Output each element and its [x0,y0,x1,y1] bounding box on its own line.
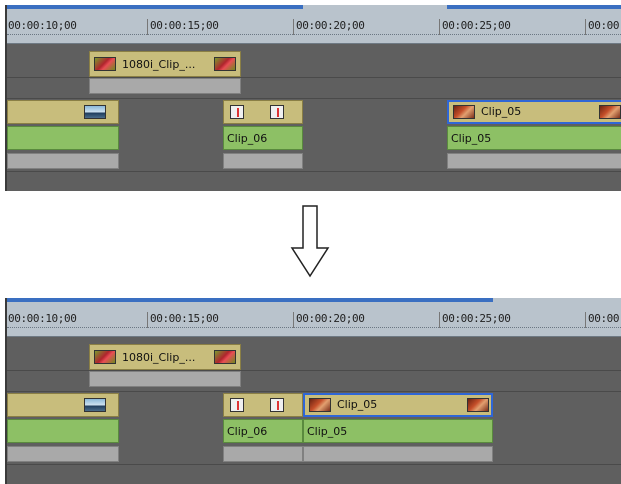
clip-label: 1080i_Clip_... [122,351,196,364]
clip-video-left[interactable] [7,419,119,443]
clip-audio-06[interactable] [223,153,303,169]
clip-video-left[interactable] [7,126,119,150]
ruler-tick-mark [147,19,148,35]
clip-thumbnail-icon [270,398,284,412]
clip-title-05[interactable]: Clip_05 [447,100,621,124]
ruler-tick-mark [293,312,294,328]
ruler-tick-label: 00:00:15;00 [150,19,219,32]
time-ruler[interactable]: 00:00:10;00 00:00:15;00 00:00:20;00 00:0… [7,5,621,44]
clip-thumbnail-icon [230,398,244,412]
clip-title-1080i[interactable]: 1080i_Clip_... [89,51,241,77]
clip-thumbnail-icon [467,398,489,412]
render-bar [7,5,303,9]
ruler-tick-label: 00:00:15;00 [150,312,219,325]
clip-label: Clip_05 [337,398,378,411]
clip-video-06[interactable]: Clip_06 [223,126,303,150]
timeline-panel-before: 00:00:10;00 00:00:15;00 00:00:20;00 00:0… [5,5,621,191]
clip-video-05[interactable]: Clip_05 [303,419,493,443]
clip-audio-1080i[interactable] [89,371,241,387]
clip-thumbnail-icon [309,398,331,412]
ruler-tick-label: 00:00:10;00 [8,19,77,32]
clip-thumbnail-icon [270,105,284,119]
ruler-tick-mark [147,312,148,328]
track-divider [7,171,621,172]
clip-thumbnail-icon [94,350,116,364]
ruler-tick-mark [439,19,440,35]
ruler-tick-label: 00:00:25;00 [442,312,511,325]
clip-label: Clip_05 [307,425,348,438]
clip-title-left[interactable] [7,100,119,124]
clip-thumbnail-icon [84,398,106,412]
clip-label: Clip_06 [227,132,268,145]
ruler-ticks [7,33,621,35]
ruler-ticks [7,326,621,328]
clip-video-05[interactable]: Clip_05 [447,126,621,150]
clip-label: Clip_05 [451,132,492,145]
ruler-tick-mark [439,312,440,328]
clip-audio-05[interactable] [447,153,621,169]
ruler-tick-label: 00:00:10;00 [8,312,77,325]
clip-thumbnail-icon [214,57,236,71]
ruler-tick-label: 00:00:20;00 [296,19,365,32]
clip-audio-1080i[interactable] [89,78,241,94]
ruler-tick-label: 00:00 [588,19,620,32]
ruler-tick-label: 00:00:25;00 [442,19,511,32]
clip-video-06[interactable]: Clip_06 [223,419,303,443]
timeline-panel-after: 00:00:10;00 00:00:15;00 00:00:20;00 00:0… [5,298,621,484]
clip-audio-05[interactable] [303,446,493,462]
down-arrow-icon [290,205,330,278]
ruler-tick-label: 00:00 [588,312,620,325]
clip-title-left[interactable] [7,393,119,417]
clip-audio-06[interactable] [223,446,303,462]
clip-audio-left[interactable] [7,153,119,169]
clip-title-06[interactable] [223,393,303,417]
clip-thumbnail-icon [599,105,621,119]
clip-label: Clip_05 [481,105,522,118]
ruler-tick-mark [585,19,586,35]
track-divider [7,464,621,465]
track-divider [7,98,621,99]
ruler-tick-mark [293,19,294,35]
clip-thumbnail-icon [453,105,475,119]
clip-thumbnail-icon [84,105,106,119]
time-ruler[interactable]: 00:00:10;00 00:00:15;00 00:00:20;00 00:0… [7,298,621,337]
clip-label: 1080i_Clip_... [122,58,196,71]
clip-title-05[interactable]: Clip_05 [303,393,493,417]
ruler-tick-label: 00:00:20;00 [296,312,365,325]
render-bar [447,5,621,9]
clip-thumbnail-icon [94,57,116,71]
clip-thumbnail-icon [214,350,236,364]
clip-label: Clip_06 [227,425,268,438]
clip-audio-left[interactable] [7,446,119,462]
clip-thumbnail-icon [230,105,244,119]
clip-title-06[interactable] [223,100,303,124]
render-bar [7,298,493,302]
ruler-tick-mark [585,312,586,328]
clip-title-1080i[interactable]: 1080i_Clip_... [89,344,241,370]
track-divider [7,391,621,392]
